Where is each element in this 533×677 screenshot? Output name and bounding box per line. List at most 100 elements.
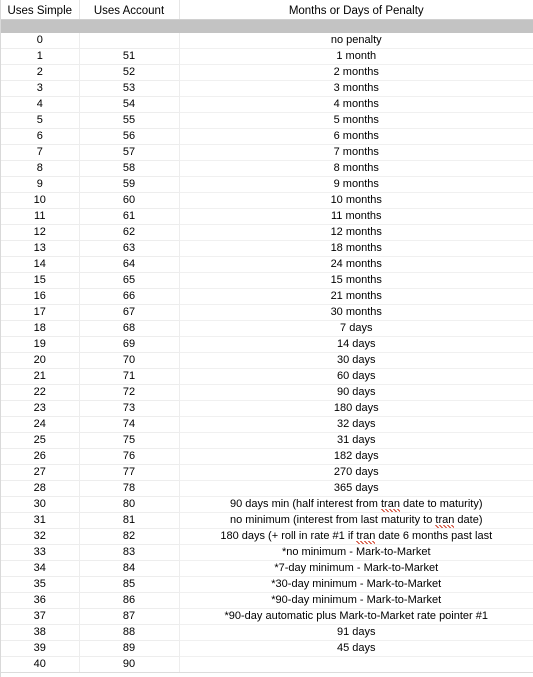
cell-uses-account[interactable]: 75: [79, 432, 180, 449]
cell-uses-account[interactable]: 60: [79, 192, 180, 209]
cell-uses-simple[interactable]: 11: [1, 208, 80, 225]
cell-uses-simple[interactable]: 23: [1, 400, 80, 417]
cell-uses-simple[interactable]: 25: [1, 432, 80, 449]
cell-penalty[interactable]: 90 days: [179, 384, 533, 401]
cell-penalty[interactable]: *7-day minimum - Mark-to-Market: [179, 560, 533, 577]
table-row[interactable]: 7 57 7 months: [1, 144, 533, 161]
cell-penalty[interactable]: 270 days: [179, 464, 533, 481]
cell-penalty[interactable]: [179, 656, 533, 673]
table-row[interactable]: 19 69 14 days: [1, 336, 533, 353]
cell-penalty[interactable]: 30 months: [179, 304, 533, 321]
cell-penalty[interactable]: 24 months: [179, 256, 533, 273]
cell-uses-account[interactable]: 82: [79, 528, 180, 545]
cell-uses-account[interactable]: 89: [79, 640, 180, 657]
cell-uses-simple[interactable]: 30: [1, 496, 80, 513]
cell-uses-simple[interactable]: 6: [1, 128, 80, 145]
cell-penalty[interactable]: 365 days: [179, 480, 533, 497]
cell-uses-simple[interactable]: 9: [1, 176, 80, 193]
cell-penalty[interactable]: 3 months: [179, 80, 533, 97]
cell-uses-account[interactable]: 71: [79, 368, 180, 385]
table-row[interactable]: 22 72 90 days: [1, 384, 533, 401]
cell-uses-account[interactable]: 61: [79, 208, 180, 225]
table-row[interactable]: 35 85 *30-day minimum - Mark-to-Market: [1, 576, 533, 593]
cell-uses-account[interactable]: 90: [79, 656, 180, 673]
table-row[interactable]: 16 66 21 months: [1, 288, 533, 305]
table-row[interactable]: 1 51 1 month: [1, 48, 533, 65]
cell-uses-simple[interactable]: 5: [1, 112, 80, 129]
cell-penalty[interactable]: 5 months: [179, 112, 533, 129]
table-row[interactable]: 17 67 30 months: [1, 304, 533, 321]
cell-uses-simple[interactable]: 4: [1, 96, 80, 113]
table-row[interactable]: 2 52 2 months: [1, 64, 533, 81]
cell-penalty[interactable]: 6 months: [179, 128, 533, 145]
table-row[interactable]: 40 90: [1, 656, 533, 673]
table-row[interactable]: 20 70 30 days: [1, 352, 533, 369]
table-row[interactable]: 3 53 3 months: [1, 80, 533, 97]
cell-penalty[interactable]: 11 months: [179, 208, 533, 225]
cell-uses-simple[interactable]: 26: [1, 448, 80, 465]
table-row[interactable]: 38 88 91 days: [1, 624, 533, 641]
cell-penalty[interactable]: 31 days: [179, 432, 533, 449]
table-row[interactable]: 27 77 270 days: [1, 464, 533, 481]
cell-uses-simple[interactable]: 14: [1, 256, 80, 273]
cell-penalty[interactable]: 45 days: [179, 640, 533, 657]
table-row[interactable]: 23 73 180 days: [1, 400, 533, 417]
table-row[interactable]: 13 63 18 months: [1, 240, 533, 257]
cell-penalty[interactable]: 1 month: [179, 48, 533, 65]
cell-uses-account[interactable]: 62: [79, 224, 180, 241]
table-row[interactable]: 26 76 182 days: [1, 448, 533, 465]
cell-uses-simple[interactable]: 28: [1, 480, 80, 497]
cell-uses-account[interactable]: 72: [79, 384, 180, 401]
table-row[interactable]: 0 no penalty: [1, 33, 533, 49]
cell-uses-account[interactable]: 76: [79, 448, 180, 465]
cell-uses-simple[interactable]: 27: [1, 464, 80, 481]
cell-uses-simple[interactable]: 20: [1, 352, 80, 369]
cell-uses-simple[interactable]: 16: [1, 288, 80, 305]
table-row[interactable]: 34 84 *7-day minimum - Mark-to-Market: [1, 560, 533, 577]
cell-uses-account[interactable]: 69: [79, 336, 180, 353]
table-row[interactable]: 9 59 9 months: [1, 176, 533, 193]
cell-uses-simple[interactable]: 31: [1, 512, 80, 529]
cell-uses-account[interactable]: 80: [79, 496, 180, 513]
cell-uses-account[interactable]: 67: [79, 304, 180, 321]
table-row[interactable]: 31 81 no minimum (interest from last matur…: [1, 512, 533, 529]
cell-uses-simple[interactable]: 10: [1, 192, 80, 209]
table-row[interactable]: 21 71 60 days: [1, 368, 533, 385]
cell-uses-account[interactable]: 64: [79, 256, 180, 273]
cell-penalty[interactable]: no minimum (interest from last maturity …: [179, 512, 533, 529]
cell-uses-account[interactable]: 85: [79, 576, 180, 593]
cell-penalty[interactable]: *90-day minimum - Mark-to-Market: [179, 592, 533, 609]
cell-uses-simple[interactable]: 40: [1, 656, 80, 673]
cell-uses-account[interactable]: 54: [79, 96, 180, 113]
cell-uses-account[interactable]: 57: [79, 144, 180, 161]
cell-uses-simple[interactable]: 38: [1, 624, 80, 641]
table-row[interactable]: 15 65 15 months: [1, 272, 533, 289]
cell-penalty[interactable]: 180 days: [179, 400, 533, 417]
cell-penalty[interactable]: *no minimum - Mark-to-Market: [179, 544, 533, 561]
table-row[interactable]: 4 54 4 months: [1, 96, 533, 113]
table-row[interactable]: 10 60 10 months: [1, 192, 533, 209]
cell-penalty[interactable]: 90 days min (half interest from tran dat…: [179, 496, 533, 513]
cell-penalty[interactable]: 182 days: [179, 448, 533, 465]
cell-penalty[interactable]: 4 months: [179, 96, 533, 113]
cell-uses-account[interactable]: 52: [79, 64, 180, 81]
cell-penalty[interactable]: 9 months: [179, 176, 533, 193]
cell-penalty[interactable]: 21 months: [179, 288, 533, 305]
cell-uses-account[interactable]: 53: [79, 80, 180, 97]
cell-uses-account[interactable]: 88: [79, 624, 180, 641]
cell-uses-simple[interactable]: 12: [1, 224, 80, 241]
cell-penalty[interactable]: 180 days (+ roll in rate #1 if tran date…: [179, 528, 533, 545]
cell-uses-simple[interactable]: 2: [1, 64, 80, 81]
cell-uses-simple[interactable]: 36: [1, 592, 80, 609]
cell-penalty[interactable]: 14 days: [179, 336, 533, 353]
cell-penalty[interactable]: 32 days: [179, 416, 533, 433]
cell-penalty[interactable]: 18 months: [179, 240, 533, 257]
cell-uses-account[interactable]: 55: [79, 112, 180, 129]
cell-penalty[interactable]: 30 days: [179, 352, 533, 369]
cell-penalty[interactable]: 60 days: [179, 368, 533, 385]
cell-uses-simple[interactable]: 8: [1, 160, 80, 177]
cell-uses-simple[interactable]: 34: [1, 560, 80, 577]
cell-uses-simple[interactable]: 24: [1, 416, 80, 433]
table-row[interactable]: 5 55 5 months: [1, 112, 533, 129]
table-row[interactable]: 28 78 365 days: [1, 480, 533, 497]
